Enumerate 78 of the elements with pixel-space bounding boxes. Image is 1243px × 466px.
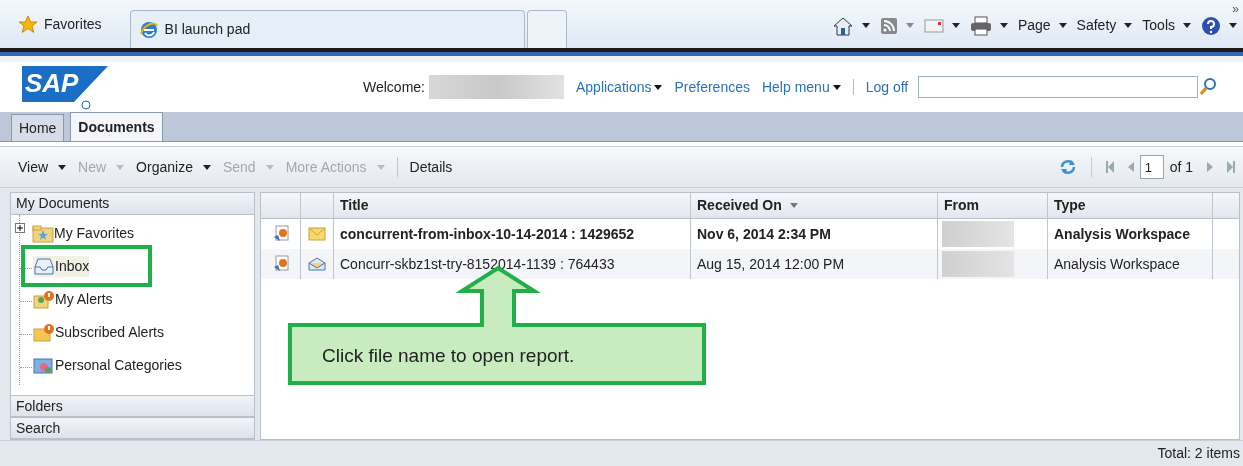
page-count: of 1 — [1169, 157, 1193, 177]
feed-button[interactable] — [879, 16, 914, 35]
home-button[interactable] — [831, 15, 870, 36]
caret-icon — [1124, 23, 1133, 28]
header-link[interactable]: Log off — [865, 76, 909, 98]
header-link[interactable]: Preferences — [674, 76, 750, 98]
tree-item[interactable]: Personal Categories — [33, 355, 182, 376]
section-header[interactable]: Folders — [11, 395, 254, 417]
favorites-button[interactable]: Favorites — [14, 6, 106, 42]
column-header[interactable]: From — [938, 193, 1048, 218]
tree-item[interactable]: Inbox — [33, 256, 90, 277]
last-page-icon[interactable] — [1227, 161, 1235, 173]
table-cell-text: Aug 15, 2014 12:00 PM — [697, 254, 845, 274]
section-header[interactable]: My Documents — [11, 193, 254, 215]
menu-button[interactable]: Page — [1017, 15, 1067, 36]
toolbar-button[interactable]: Details — [409, 156, 453, 178]
caret-icon — [951, 23, 960, 28]
table-cell-text: Analysis Workspace — [1054, 254, 1180, 274]
document-link[interactable]: concurrent-from-inbox-10-14-2014 : 1429652 — [340, 223, 635, 245]
browser-logo-icon — [138, 19, 159, 40]
sap-logo: SAP — [22, 64, 110, 110]
mail-button[interactable] — [923, 18, 960, 33]
caret-icon — [1058, 23, 1067, 28]
redacted-block — [942, 221, 1014, 247]
browser-tab[interactable] — [526, 10, 567, 48]
overflow-chevron[interactable]: » — [1232, 0, 1239, 18]
previous-page-icon[interactable] — [1127, 162, 1134, 172]
caret-icon — [905, 23, 914, 28]
document-icon — [272, 225, 289, 243]
table-cell-text: Nov 6, 2014 2:34 PM — [697, 224, 831, 244]
caret-icon — [999, 23, 1008, 28]
toolbar-button[interactable]: Organize — [136, 156, 211, 178]
tree-item[interactable]: Subscribed Alerts — [33, 322, 164, 343]
page-field[interactable]: 1 — [1139, 155, 1164, 179]
print-button[interactable] — [969, 15, 1008, 36]
menu-button[interactable]: Tools — [1142, 15, 1191, 36]
app-tab[interactable]: Home — [11, 114, 65, 141]
section-header[interactable]: Search — [11, 417, 254, 439]
document-icon — [272, 255, 289, 273]
document-link[interactable]: Concurr-skbz1st-try-8152014-1139 : 764433 — [340, 253, 615, 275]
folder-icon — [32, 224, 54, 244]
search-icon[interactable] — [1200, 78, 1217, 96]
mail-icon — [923, 18, 944, 33]
refresh-icon[interactable] — [1058, 159, 1077, 175]
star-icon — [18, 14, 38, 34]
caret-icon — [1229, 23, 1237, 28]
menu-button[interactable]: Safety — [1076, 15, 1133, 36]
toolbar-button[interactable]: View — [18, 156, 67, 178]
tree-item[interactable]: My Alerts — [33, 289, 113, 310]
callout-text: Click file name to open report. — [322, 344, 575, 368]
redacted-block — [942, 251, 1014, 277]
sort-icon — [789, 203, 798, 208]
printer-icon — [969, 15, 992, 36]
column-header[interactable]: Received On — [691, 193, 938, 218]
folder-icon — [33, 323, 55, 343]
browser-tab[interactable]: BI launch pad — [129, 10, 525, 48]
status-text: Total: 2 items — [1157, 444, 1240, 463]
tree-item[interactable]: My Favorites — [32, 223, 135, 244]
caret-icon — [1183, 23, 1191, 28]
search-field[interactable] — [918, 76, 1199, 98]
app-tab[interactable]: Documents — [70, 112, 163, 141]
table-cell-text: Analysis Workspace — [1054, 224, 1190, 244]
help-button[interactable] — [1201, 15, 1237, 36]
first-page-icon[interactable] — [1105, 161, 1114, 173]
header-link[interactable]: Help menu — [761, 76, 841, 98]
inbox-icon — [33, 257, 55, 277]
welcome-label: Welcome: — [363, 77, 425, 97]
expand-icon[interactable] — [15, 223, 25, 233]
folder-icon — [33, 356, 55, 376]
help-icon — [1201, 15, 1221, 36]
folder-icon — [33, 290, 55, 310]
home-icon — [831, 15, 854, 36]
caret-icon — [861, 23, 870, 28]
column-header[interactable]: Title — [334, 193, 691, 218]
header-link[interactable]: Applications — [576, 76, 663, 98]
feed-icon — [879, 16, 898, 35]
column-header[interactable]: Type — [1048, 193, 1213, 218]
next-page-icon[interactable] — [1207, 162, 1213, 172]
